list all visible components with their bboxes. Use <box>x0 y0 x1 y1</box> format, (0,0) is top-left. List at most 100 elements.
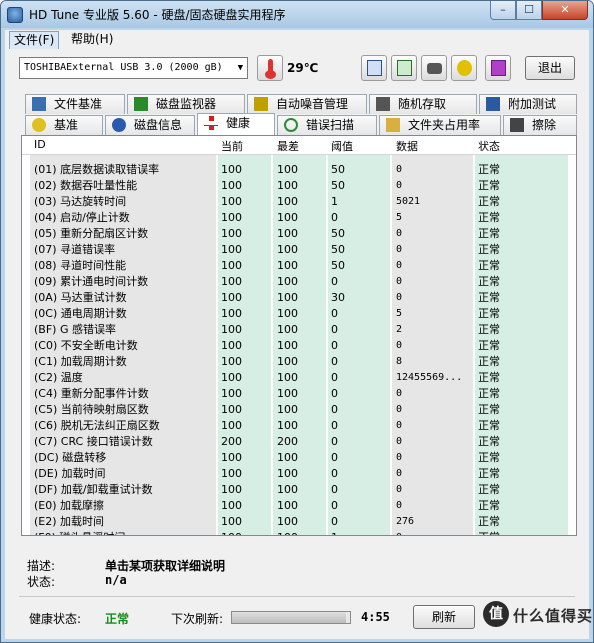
close-button[interactable]: ✕ <box>542 1 588 20</box>
table-row[interactable]: (09) 累计通电时间计数 100 100 0 0 正常 <box>22 274 576 290</box>
table-row[interactable]: (F0) 磁头悬浮时间 100 100 1 0 正常 <box>22 530 576 535</box>
header-worst[interactable]: 最差 <box>277 138 299 154</box>
header-threshold[interactable]: 阈值 <box>331 138 353 154</box>
exit-button[interactable]: 退出 <box>525 56 575 80</box>
minimize-button[interactable]: – <box>490 1 516 20</box>
drive-select[interactable]: TOSHIBAExternal USB 3.0 (2000 gB) ▼ <box>19 57 248 79</box>
table-row[interactable]: (01) 底层数据读取错误率 100 100 50 0 正常 <box>22 162 576 178</box>
attr-current: 100 <box>221 467 242 480</box>
table-row[interactable]: (0C) 通电周期计数 100 100 0 5 正常 <box>22 306 576 322</box>
attr-current: 100 <box>221 163 242 176</box>
table-row[interactable]: (08) 寻道时间性能 100 100 50 0 正常 <box>22 258 576 274</box>
table-row[interactable]: (07) 寻道错误率 100 100 50 0 正常 <box>22 242 576 258</box>
attr-data: 0 <box>396 436 403 447</box>
tab-erase[interactable]: 擦除 <box>503 115 577 135</box>
table-row[interactable]: (C0) 不安全断电计数 100 100 0 0 正常 <box>22 338 576 354</box>
random-access-icon <box>376 97 390 111</box>
table-row[interactable]: (C5) 当前待映射扇区数 100 100 0 0 正常 <box>22 402 576 418</box>
tab-error-scan[interactable]: 错误扫描 <box>277 115 377 135</box>
attr-status: 正常 <box>478 403 500 416</box>
header-status[interactable]: 状态 <box>478 138 500 154</box>
attr-data: 276 <box>396 516 415 527</box>
disk-monitor-icon <box>134 97 148 111</box>
attr-name: (03) 马达旋转时间 <box>34 195 127 208</box>
attr-threshold: 0 <box>331 371 338 384</box>
tab-benchmark[interactable]: 基准 <box>25 115 103 135</box>
table-row[interactable]: (DF) 加载/卸载重试计数 100 100 0 0 正常 <box>22 482 576 498</box>
attr-worst: 100 <box>277 355 298 368</box>
main-client-area: TOSHIBAExternal USB 3.0 (2000 gB) ▼ 29℃ … <box>5 49 592 639</box>
table-row[interactable]: (03) 马达旋转时间 100 100 1 5021 正常 <box>22 194 576 210</box>
description-label: 描述: <box>27 559 56 573</box>
table-row[interactable]: (E0) 加载摩擦 100 100 0 0 正常 <box>22 498 576 514</box>
table-row[interactable]: (C2) 温度 100 100 0 12455569... 正常 <box>22 370 576 386</box>
menu-bar: 文件(F) 帮助(H) <box>5 30 589 50</box>
table-row[interactable]: (BF) G 感错误率 100 100 0 2 正常 <box>22 322 576 338</box>
tab-random-access[interactable]: 随机存取 <box>369 94 477 114</box>
attr-status: 正常 <box>478 483 500 496</box>
tab-disk-monitor[interactable]: 磁盘监视器 <box>127 94 245 114</box>
tab-extra-tests[interactable]: 附加测试 <box>479 94 577 114</box>
attr-name: (0C) 通电周期计数 <box>34 307 127 320</box>
tab-aam[interactable]: 自动噪音管理 <box>247 94 367 114</box>
attr-data: 0 <box>396 180 403 191</box>
attr-status: 正常 <box>478 339 500 352</box>
tab-health[interactable]: 健康 <box>197 113 275 135</box>
attr-threshold: 50 <box>331 163 345 176</box>
attr-current: 100 <box>221 371 242 384</box>
attr-current: 100 <box>221 211 242 224</box>
attr-current: 100 <box>221 323 242 336</box>
attr-status: 正常 <box>478 467 500 480</box>
attr-data: 8 <box>396 356 403 367</box>
table-row[interactable]: (02) 数据吞吐量性能 100 100 50 0 正常 <box>22 178 576 194</box>
attr-name: (C5) 当前待映射扇区数 <box>34 403 149 416</box>
table-row[interactable]: (C1) 加载周期计数 100 100 0 8 正常 <box>22 354 576 370</box>
header-data[interactable]: 数据 <box>396 138 418 154</box>
attr-data: 0 <box>396 228 403 239</box>
attr-data: 0 <box>396 484 403 495</box>
menu-file[interactable]: 文件(F) <box>9 31 60 50</box>
lightbulb-icon <box>32 118 46 132</box>
header-current[interactable]: 当前 <box>221 138 243 154</box>
table-row[interactable]: (DC) 磁盘转移 100 100 0 0 正常 <box>22 450 576 466</box>
table-row[interactable]: (C7) CRC 接口错误计数 200 200 0 0 正常 <box>22 434 576 450</box>
divider <box>19 596 575 597</box>
table-row[interactable]: (DE) 加载时间 100 100 0 0 正常 <box>22 466 576 482</box>
attr-worst: 100 <box>277 275 298 288</box>
table-row[interactable]: (0A) 马达重试计数 100 100 30 0 正常 <box>22 290 576 306</box>
copy-all-icon <box>397 60 412 76</box>
header-id[interactable]: ID <box>34 138 46 151</box>
attr-status: 正常 <box>478 195 500 208</box>
attr-current: 100 <box>221 259 242 272</box>
attr-threshold: 0 <box>331 467 338 480</box>
copy-all-button[interactable] <box>391 55 417 81</box>
attr-name: (F0) 磁头悬浮时间 <box>34 530 125 535</box>
smart-attributes-table[interactable]: ID 当前 最差 阈值 数据 状态 (01) 底层数据读取错误率 100 100 50… <box>21 135 577 536</box>
attr-data: 0 <box>396 276 403 287</box>
tab-disk-info[interactable]: 磁盘信息 <box>105 115 195 135</box>
menu-help[interactable]: 帮助(H) <box>67 31 117 48</box>
options-button[interactable] <box>451 55 477 81</box>
table-row[interactable]: (04) 启动/停止计数 100 100 0 5 正常 <box>22 210 576 226</box>
attr-threshold: 50 <box>331 227 345 240</box>
table-row[interactable]: (E2) 加载时间 100 100 0 276 正常 <box>22 514 576 530</box>
attr-threshold: 0 <box>331 403 338 416</box>
attr-threshold: 30 <box>331 291 345 304</box>
attr-current: 100 <box>221 451 242 464</box>
tab-folder-usage[interactable]: 文件夹占用率 <box>379 115 501 135</box>
refresh-button[interactable]: 刷新 <box>413 605 475 629</box>
save-button[interactable] <box>485 55 511 81</box>
attr-worst: 100 <box>277 227 298 240</box>
copy-button[interactable] <box>361 55 387 81</box>
tab-file-benchmark[interactable]: 文件基准 <box>25 94 125 114</box>
attr-data: 0 <box>396 340 403 351</box>
maximize-button[interactable]: ☐ <box>516 1 542 20</box>
attr-name: (C6) 脱机无法纠正扇区数 <box>34 419 160 432</box>
title-bar[interactable]: HD Tune 专业版 5.60 - 硬盘/固态硬盘实用程序 – ☐ ✕ <box>1 1 593 28</box>
table-row[interactable]: (C4) 重新分配事件计数 100 100 0 0 正常 <box>22 386 576 402</box>
attr-worst: 100 <box>277 467 298 480</box>
table-row[interactable]: (05) 重新分配扇区计数 100 100 50 0 正常 <box>22 226 576 242</box>
table-row[interactable]: (C6) 脱机无法纠正扇区数 100 100 0 0 正常 <box>22 418 576 434</box>
screenshot-button[interactable] <box>421 55 447 81</box>
attr-status: 正常 <box>478 227 500 240</box>
